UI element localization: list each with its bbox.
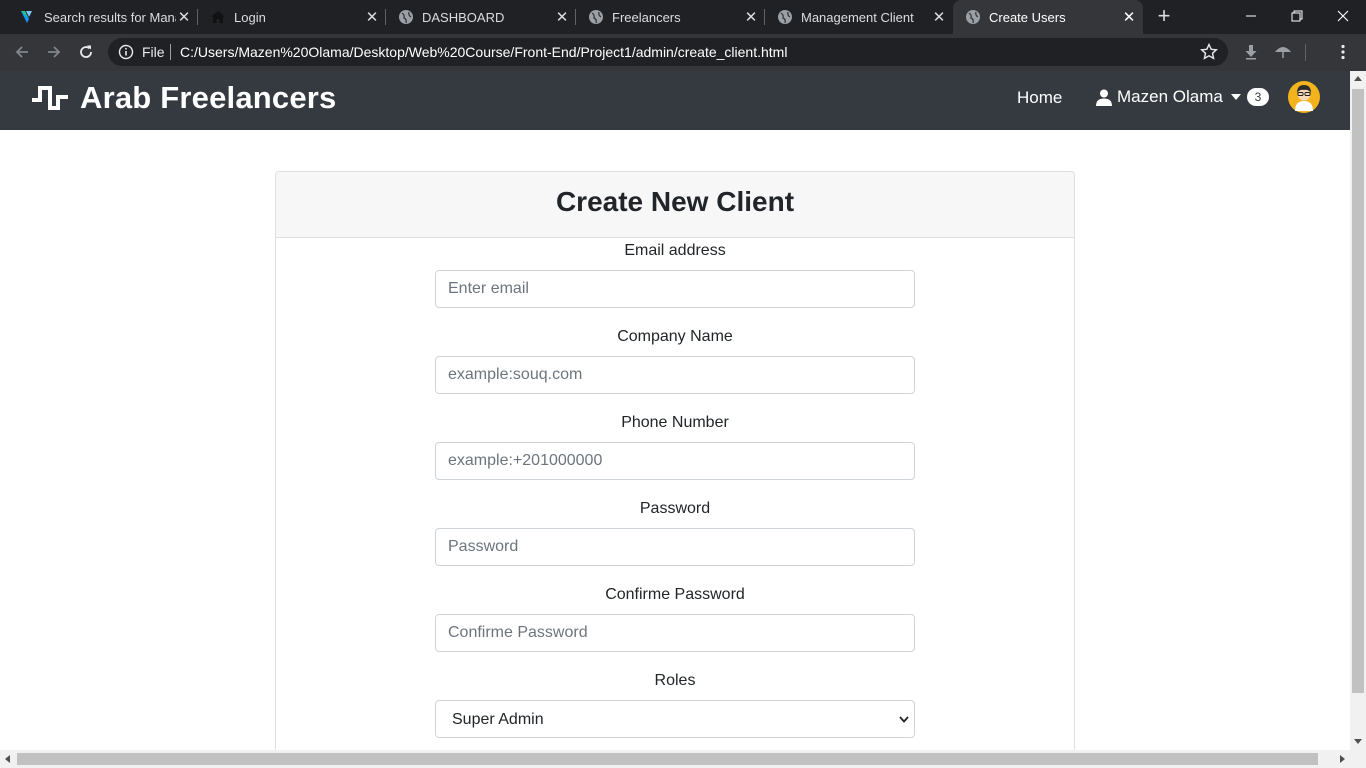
reload-button[interactable] bbox=[74, 40, 98, 64]
tab-search-results[interactable]: Search results for Mana ✕ bbox=[0, 0, 198, 34]
back-button[interactable] bbox=[10, 40, 34, 64]
vuetify-icon bbox=[20, 9, 36, 25]
browser-menu-button[interactable] bbox=[1334, 43, 1352, 61]
forward-button[interactable] bbox=[42, 40, 66, 64]
page-viewport: Arab Freelancers Home Mazen Olama 3 Crea… bbox=[0, 71, 1350, 750]
horizontal-scrollbar[interactable] bbox=[0, 750, 1366, 768]
roles-label: Roles bbox=[654, 672, 696, 689]
notification-badge[interactable]: 3 bbox=[1247, 88, 1269, 106]
address-divider bbox=[170, 44, 171, 60]
arrow-left-icon bbox=[15, 46, 28, 58]
tab-management-client[interactable]: Management Client ✕ bbox=[765, 0, 953, 34]
close-window-button[interactable] bbox=[1320, 0, 1366, 32]
tab-title: Create Users bbox=[989, 9, 1066, 25]
tab-title: DASHBOARD bbox=[422, 9, 505, 25]
create-client-card: Create New Client Email address Company … bbox=[275, 171, 1075, 750]
browser-toolbar: File C:/Users/Mazen%20Olama/Desktop/Web%… bbox=[0, 34, 1366, 71]
scroll-left-arrow-icon[interactable] bbox=[5, 755, 10, 763]
browser-tab-strip: Search results for Mana ✕ Login ✕ DASHBO… bbox=[0, 0, 1366, 34]
tab-create-users[interactable]: Create Users ✕ bbox=[953, 0, 1143, 34]
password-label: Password bbox=[639, 500, 711, 517]
brand-link[interactable]: Arab Freelancers bbox=[30, 80, 337, 116]
confirm-password-field[interactable] bbox=[435, 614, 915, 652]
password-field[interactable] bbox=[435, 528, 915, 566]
globe-icon bbox=[777, 9, 793, 25]
scroll-up-arrow-icon[interactable] bbox=[1354, 76, 1362, 81]
download-extension-button[interactable] bbox=[1242, 43, 1260, 61]
minimize-icon bbox=[1246, 15, 1256, 17]
bookmark-star-icon[interactable] bbox=[1200, 43, 1218, 61]
tab-title: Freelancers bbox=[612, 9, 681, 25]
chevron-down-icon bbox=[899, 716, 909, 723]
card-header: Create New Client bbox=[276, 172, 1074, 238]
nav-home-link[interactable]: Home bbox=[1017, 88, 1062, 108]
tab-title: Search results for Mana bbox=[44, 9, 176, 25]
close-icon[interactable]: ✕ bbox=[176, 9, 192, 26]
roles-select[interactable]: Super Admin bbox=[435, 700, 915, 738]
page-title: Create New Client bbox=[555, 186, 795, 217]
user-name: Mazen Olama bbox=[1117, 87, 1223, 106]
download-icon bbox=[1245, 45, 1257, 60]
vertical-scrollbar[interactable] bbox=[1350, 71, 1366, 750]
chevron-down-icon bbox=[1230, 94, 1241, 100]
company-name-label: Company Name bbox=[617, 328, 733, 345]
minimize-button[interactable] bbox=[1228, 0, 1274, 32]
home-icon bbox=[210, 9, 226, 25]
horizontal-scroll-thumb[interactable] bbox=[17, 753, 1318, 765]
tab-freelancers[interactable]: Freelancers ✕ bbox=[576, 0, 765, 34]
tab-title: Login bbox=[234, 9, 266, 25]
info-icon[interactable] bbox=[118, 44, 134, 60]
url-text[interactable]: C:/Users/Mazen%20Olama/Desktop/Web%20Cou… bbox=[180, 44, 787, 60]
close-icon[interactable]: ✕ bbox=[931, 9, 947, 26]
url-scheme-label: File bbox=[142, 44, 165, 60]
globe-icon bbox=[965, 9, 981, 25]
close-icon[interactable]: ✕ bbox=[364, 9, 380, 26]
close-icon[interactable]: ✕ bbox=[554, 9, 570, 26]
user-icon bbox=[1096, 89, 1112, 106]
company-name-field[interactable] bbox=[435, 356, 915, 394]
email-label: Email address bbox=[624, 242, 726, 259]
user-dropdown-toggle[interactable]: Mazen Olama bbox=[1096, 87, 1241, 107]
address-bar[interactable]: File C:/Users/Mazen%20Olama/Desktop/Web%… bbox=[108, 38, 1228, 66]
phone-number-label: Phone Number bbox=[621, 414, 729, 431]
close-icon[interactable]: ✕ bbox=[743, 9, 759, 26]
umbrella-extension-button[interactable] bbox=[1274, 43, 1292, 61]
restore-button[interactable] bbox=[1274, 0, 1320, 32]
arrow-right-icon bbox=[48, 46, 61, 58]
vertical-scroll-thumb[interactable] bbox=[1352, 89, 1364, 693]
globe-icon bbox=[398, 9, 414, 25]
avatar[interactable] bbox=[1288, 81, 1320, 113]
reload-icon bbox=[80, 45, 92, 58]
kebab-menu-icon bbox=[1341, 44, 1345, 60]
umbrella-icon bbox=[1275, 47, 1291, 58]
close-icon bbox=[1337, 10, 1349, 22]
brand-name: Arab Freelancers bbox=[80, 80, 337, 115]
pulse-logo-icon bbox=[32, 86, 68, 110]
roles-selected-value: Super Admin bbox=[452, 711, 544, 728]
scroll-right-arrow-icon[interactable] bbox=[1340, 755, 1345, 763]
new-tab-button[interactable]: + bbox=[1153, 5, 1175, 28]
site-navbar: Arab Freelancers Home Mazen Olama 3 bbox=[0, 71, 1350, 130]
phone-number-field[interactable] bbox=[435, 442, 915, 480]
globe-icon bbox=[588, 9, 604, 25]
toolbar-divider bbox=[1305, 44, 1306, 61]
tab-dashboard[interactable]: DASHBOARD ✕ bbox=[386, 0, 576, 34]
close-icon[interactable]: ✕ bbox=[1121, 9, 1137, 26]
confirm-password-label: Confirme Password bbox=[605, 586, 745, 603]
tab-login[interactable]: Login ✕ bbox=[198, 0, 386, 34]
email-field[interactable] bbox=[435, 270, 915, 308]
scroll-down-arrow-icon[interactable] bbox=[1354, 739, 1362, 744]
restore-icon bbox=[1291, 10, 1303, 22]
tab-title: Management Client bbox=[801, 9, 914, 25]
